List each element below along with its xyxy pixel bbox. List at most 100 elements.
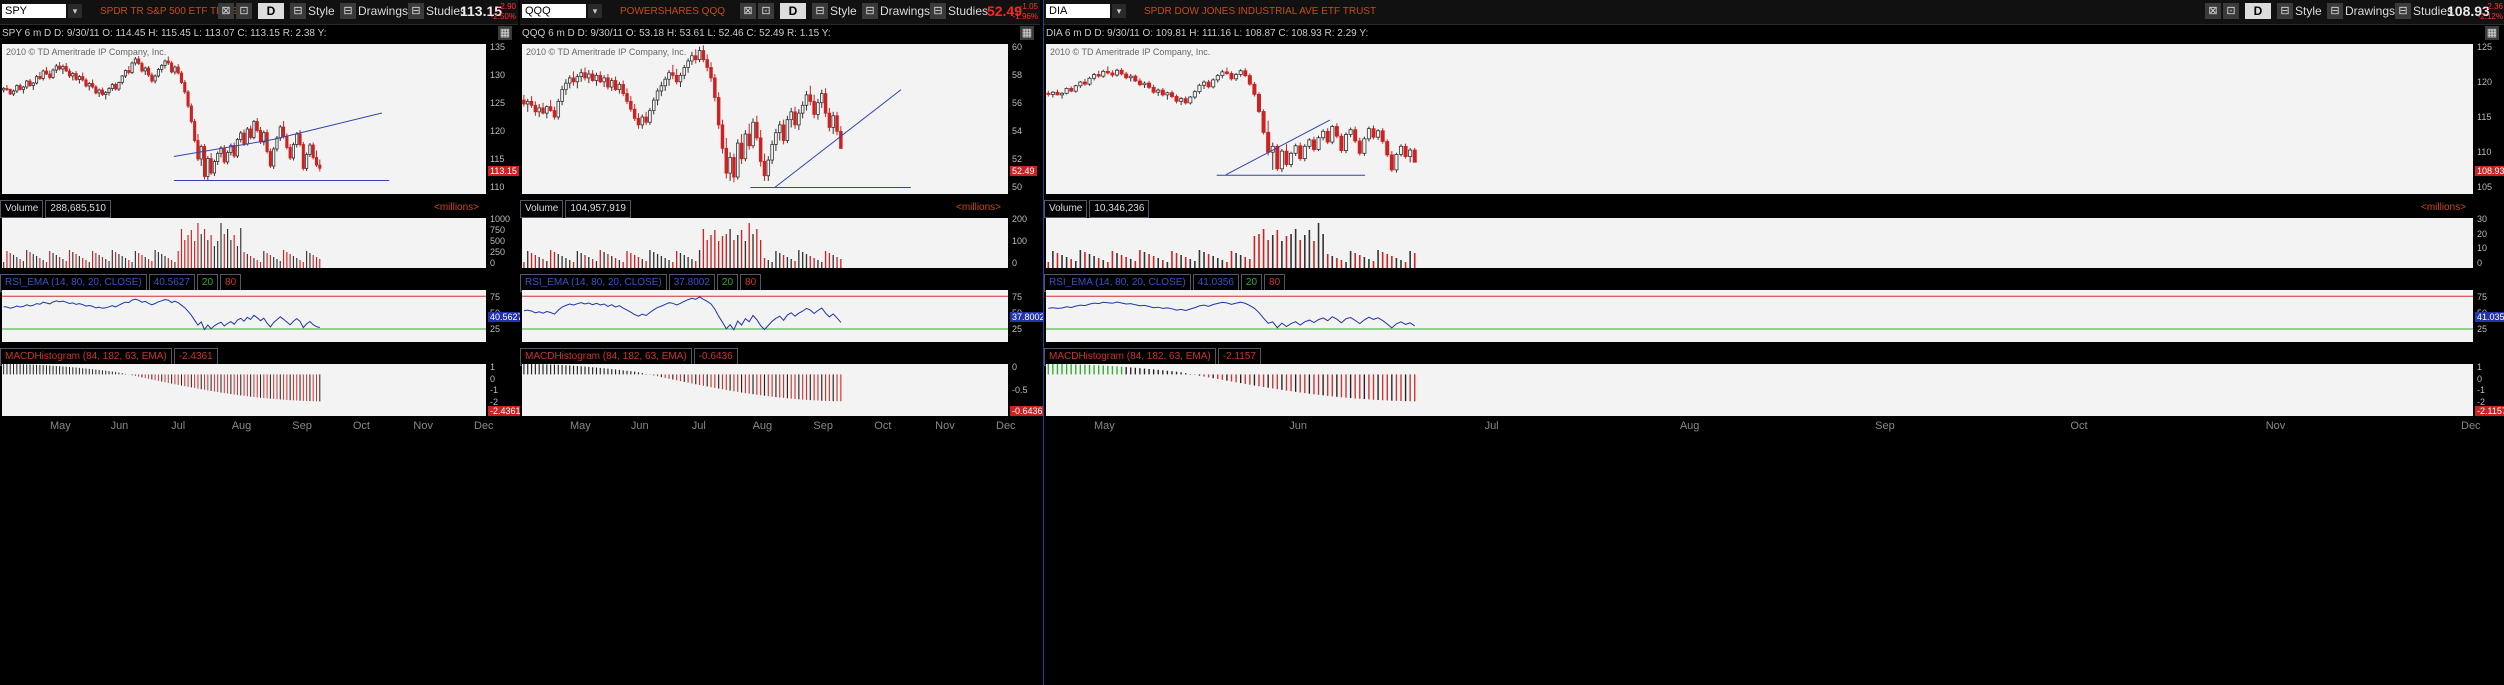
candle-body bbox=[1252, 83, 1257, 95]
candle-body bbox=[226, 152, 230, 163]
candle-body bbox=[1069, 88, 1074, 92]
symbol-dropdown-icon[interactable]: ▾ bbox=[588, 4, 602, 18]
candle-body bbox=[667, 72, 671, 80]
rsi-line bbox=[523, 296, 842, 331]
symbol-dropdown-icon[interactable]: ▾ bbox=[1112, 4, 1126, 18]
candle-body bbox=[1192, 91, 1197, 98]
rsi-plot bbox=[2, 290, 486, 342]
candle-body bbox=[242, 132, 246, 145]
month-label: Sep bbox=[813, 420, 833, 432]
aggregation-button[interactable]: D bbox=[2245, 3, 2271, 19]
candle-body bbox=[797, 112, 801, 126]
drawings-menu[interactable]: Drawings bbox=[880, 3, 930, 19]
drawings-menu[interactable]: Drawings bbox=[2345, 3, 2395, 19]
volume-header: Volume 104,957,919 bbox=[520, 200, 1006, 218]
chart-settings-icon[interactable]: ▦ bbox=[1020, 26, 1034, 40]
panel-toolbar: QQQ ▾ POWERSHARES QQQ ⊠ ⊡ D ⊟ Style ⊟ Drawings ⊟ St… bbox=[520, 0, 1040, 25]
candle-body bbox=[739, 142, 744, 160]
style-menu[interactable]: Style bbox=[2295, 3, 2322, 19]
candle-body bbox=[295, 133, 299, 145]
symbol-dropdown-icon[interactable]: ▾ bbox=[68, 4, 82, 18]
symbol-description: SPDR DOW JONES INDUSTRIAL AVE ETF TRUST bbox=[1144, 6, 1377, 17]
drawings-icon[interactable]: ⊟ bbox=[862, 3, 878, 19]
candle-body bbox=[1156, 89, 1161, 93]
studies-icon[interactable]: ⊟ bbox=[2395, 3, 2411, 19]
candle-body bbox=[632, 108, 637, 119]
net-change: -2.36 bbox=[2484, 2, 2503, 11]
aggregation-button[interactable]: D bbox=[258, 3, 284, 19]
link-icon[interactable]: ⊠ bbox=[218, 3, 234, 19]
candle-body bbox=[196, 140, 200, 160]
macd-tag: -2.1157 bbox=[2475, 406, 2504, 416]
candle-body bbox=[785, 119, 790, 141]
expand-icon[interactable]: ⊡ bbox=[758, 3, 774, 19]
symbol-input[interactable]: SPY bbox=[2, 4, 66, 18]
expand-icon[interactable]: ⊡ bbox=[2223, 3, 2239, 19]
candle-body bbox=[747, 133, 751, 147]
candle-body bbox=[1243, 70, 1248, 77]
chart-panel-spy: SPY ▾ SPDR TR S&P 500 ETF TRUST ⊠ ⊡ D ⊟ Style ⊟ D… bbox=[0, 0, 525, 685]
candle-body bbox=[697, 50, 702, 61]
month-label: Dec bbox=[474, 420, 494, 432]
candle-body bbox=[186, 91, 190, 107]
candle-body bbox=[613, 80, 618, 91]
month-label: Jun bbox=[1289, 420, 1308, 432]
candle-body bbox=[137, 58, 141, 64]
studies-icon[interactable]: ⊟ bbox=[408, 3, 424, 19]
candle-body bbox=[732, 157, 736, 178]
candlestick-chart bbox=[2, 56, 390, 181]
candle-body bbox=[648, 110, 652, 123]
candle-body bbox=[41, 70, 45, 79]
candle-body bbox=[678, 74, 683, 83]
style-icon[interactable]: ⊟ bbox=[290, 3, 306, 19]
link-icon[interactable]: ⊠ bbox=[2205, 3, 2221, 19]
candle-body bbox=[537, 107, 541, 113]
drawings-icon[interactable]: ⊟ bbox=[2327, 3, 2343, 19]
style-menu[interactable]: Style bbox=[830, 3, 857, 19]
month-label: May bbox=[1094, 420, 1115, 432]
candle-body bbox=[705, 59, 709, 68]
candle-body bbox=[529, 100, 534, 106]
month-label: Nov bbox=[2265, 420, 2286, 432]
percent-change: -2.50% bbox=[490, 12, 516, 21]
candle-body bbox=[123, 70, 128, 77]
volume-axis-label: 100 bbox=[1012, 236, 1028, 246]
candlestick-chart bbox=[522, 45, 911, 188]
macd-axis-label: 1 bbox=[490, 362, 496, 372]
style-icon[interactable]: ⊟ bbox=[2277, 3, 2293, 19]
candle-body bbox=[130, 62, 134, 73]
chart-settings-icon[interactable]: ▦ bbox=[2485, 26, 2499, 40]
candle-body bbox=[298, 133, 302, 145]
candle-body bbox=[15, 85, 19, 92]
symbol-input[interactable]: QQQ bbox=[522, 4, 586, 18]
style-menu[interactable]: Style bbox=[308, 3, 335, 19]
candle-body bbox=[686, 60, 690, 68]
style-icon[interactable]: ⊟ bbox=[812, 3, 828, 19]
month-label: Oct bbox=[352, 420, 370, 432]
expand-icon[interactable]: ⊡ bbox=[236, 3, 252, 19]
aggregation-button[interactable]: D bbox=[780, 3, 806, 19]
candle-body bbox=[1133, 75, 1138, 82]
candle-body bbox=[1298, 145, 1303, 160]
candle-body bbox=[831, 115, 835, 128]
volume-axis-label: 500 bbox=[490, 236, 506, 246]
candle-body bbox=[835, 115, 839, 132]
chart-panel-dia: DIA ▾ SPDR DOW JONES INDUSTRIAL AVE ETF TR… bbox=[1043, 0, 2504, 685]
volume-bars bbox=[523, 223, 842, 268]
drawings-icon[interactable]: ⊟ bbox=[340, 3, 356, 19]
candle-body bbox=[713, 77, 717, 98]
candle-body bbox=[170, 62, 174, 73]
candle-body bbox=[1174, 96, 1179, 102]
drawings-menu[interactable]: Drawings bbox=[358, 3, 408, 19]
macd-axis-label: 0 bbox=[2477, 373, 2483, 384]
macd-axis-label: 0 bbox=[1012, 362, 1018, 372]
candle-body bbox=[1119, 69, 1124, 75]
chart-settings-icon[interactable]: ▦ bbox=[498, 26, 512, 40]
symbol-input[interactable]: DIA bbox=[1046, 4, 1110, 18]
candle-body bbox=[1224, 71, 1229, 74]
candlestick-chart bbox=[1046, 66, 1417, 176]
candle-body bbox=[107, 88, 111, 93]
candle-body bbox=[671, 72, 675, 76]
studies-icon[interactable]: ⊟ bbox=[930, 3, 946, 19]
link-icon[interactable]: ⊠ bbox=[740, 3, 756, 19]
